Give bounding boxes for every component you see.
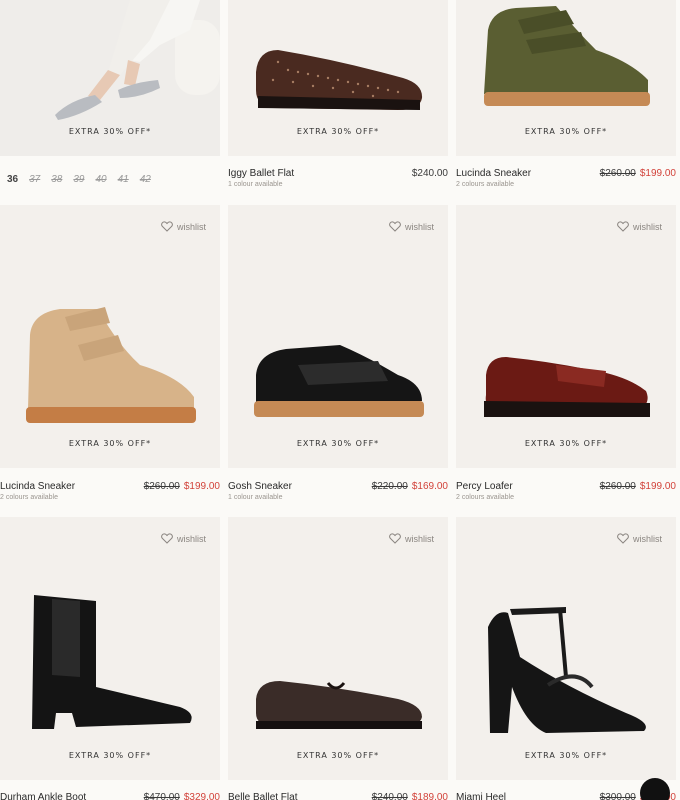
size-option[interactable]: 36 <box>7 174 18 185</box>
heart-icon <box>161 221 173 232</box>
wishlist-button[interactable]: wishlist <box>161 221 206 232</box>
size-option[interactable]: 41 <box>118 174 129 185</box>
promo-badge: EXTRA 30% OFF* <box>524 751 608 760</box>
size-option[interactable]: 40 <box>96 174 107 185</box>
wishlist-label: wishlist <box>176 221 206 232</box>
product-price: $260.00 $199.00 <box>600 168 676 179</box>
size-selector: 36 37 38 39 40 41 42 <box>7 174 151 185</box>
colour-availability: 2 colours available <box>456 494 514 501</box>
product-price: $260.00 $199.00 <box>144 481 220 492</box>
product-image[interactable]: wishlist EXTRA 30% OFF* <box>228 205 448 468</box>
wishlist-button[interactable]: wishlist <box>389 221 434 232</box>
price-sale: $199.00 <box>639 168 676 179</box>
promo-badge: EXTRA 30% OFF* <box>296 127 380 136</box>
price-original: $470.00 <box>143 792 180 800</box>
price-sale: $169.00 <box>411 481 448 492</box>
product-card[interactable]: wishlist EXTRA 30% OFF* Belle Ballet Fla… <box>228 517 448 800</box>
product-card[interactable]: EXTRA 30% OFF* Lucinda Sneaker 2 colours… <box>456 0 676 200</box>
heart-icon <box>389 533 401 544</box>
price-sale: $199.00 <box>183 481 220 492</box>
product-card[interactable]: wishlist EXTRA 30% OFF* Miami Heel $300.… <box>456 517 676 800</box>
wishlist-label: wishlist <box>632 221 662 232</box>
wishlist-button[interactable]: wishlist <box>617 533 662 544</box>
heart-icon <box>161 533 173 544</box>
product-name[interactable]: Belle Ballet Flat <box>228 792 297 800</box>
product-name[interactable]: Miami Heel <box>456 792 506 800</box>
colour-availability: 1 colour available <box>228 181 283 188</box>
burgundy-loafer-image <box>484 357 650 417</box>
chat-widget-button[interactable] <box>640 778 670 800</box>
product-image[interactable]: EXTRA 30% OFF* <box>456 0 676 156</box>
product-card[interactable]: wishlist EXTRA 30% OFF* Percy Loafer 2 c… <box>456 205 676 510</box>
heart-icon <box>389 221 401 232</box>
product-card[interactable]: wishlist EXTRA 30% OFF* Lucinda Sneaker … <box>0 205 220 510</box>
heart-icon <box>617 533 629 544</box>
size-option[interactable]: 37 <box>29 174 40 185</box>
promo-badge: EXTRA 30% OFF* <box>524 439 608 448</box>
price-original: $260.00 <box>143 481 180 492</box>
product-price: $220.00 $169.00 <box>372 481 448 492</box>
price-original: $240.00 <box>371 792 408 800</box>
promo-badge: EXTRA 30% OFF* <box>296 751 380 760</box>
product-image[interactable]: wishlist EXTRA 30% OFF* <box>456 517 676 780</box>
colour-availability: 2 colours available <box>0 494 58 501</box>
tan-sneaker-image <box>26 307 196 423</box>
price-original: $260.00 <box>599 168 636 179</box>
product-image[interactable]: EXTRA 30% OFF* <box>228 0 448 156</box>
ankle-boot-image <box>32 595 192 729</box>
product-name[interactable]: Iggy Ballet Flat <box>228 168 294 179</box>
product-price: $240.00 $189.00 <box>372 792 448 800</box>
promo-badge: EXTRA 30% OFF* <box>68 127 152 136</box>
product-card[interactable]: EXTRA 30% OFF* 36 37 38 39 40 41 42 <box>0 0 220 200</box>
black-sneaker-image <box>254 345 424 417</box>
block-heel-image <box>488 607 646 733</box>
wishlist-button[interactable]: wishlist <box>161 533 206 544</box>
product-name[interactable]: Lucinda Sneaker <box>456 168 531 179</box>
product-image[interactable]: wishlist EXTRA 30% OFF* <box>0 517 220 780</box>
product-name[interactable]: Lucinda Sneaker <box>0 481 75 492</box>
product-name[interactable]: Percy Loafer <box>456 481 513 492</box>
price-sale: $189.00 <box>411 792 448 800</box>
price-sale: $199.00 <box>639 481 676 492</box>
product-name[interactable]: Durham Ankle Boot <box>0 792 86 800</box>
product-price: $240.00 <box>412 168 448 179</box>
promo-badge: EXTRA 30% OFF* <box>68 751 152 760</box>
size-option[interactable]: 39 <box>73 174 84 185</box>
size-option[interactable]: 42 <box>140 174 151 185</box>
wishlist-label: wishlist <box>632 533 662 544</box>
colour-availability: 2 colours available <box>456 181 514 188</box>
product-image[interactable]: wishlist EXTRA 30% OFF* <box>228 517 448 780</box>
wishlist-label: wishlist <box>404 533 434 544</box>
promo-badge: EXTRA 30% OFF* <box>296 439 380 448</box>
promo-badge: EXTRA 30% OFF* <box>524 127 608 136</box>
product-image[interactable]: wishlist EXTRA 30% OFF* <box>0 205 220 468</box>
product-name[interactable]: Gosh Sneaker <box>228 481 292 492</box>
product-card[interactable]: wishlist EXTRA 30% OFF* Gosh Sneaker 1 c… <box>228 205 448 510</box>
price-original: $300.00 <box>599 792 636 800</box>
product-price: $470.00 $329.00 <box>144 792 220 800</box>
wishlist-label: wishlist <box>176 533 206 544</box>
dark-ballet-flat-image <box>256 681 422 729</box>
wishlist-label: wishlist <box>404 221 434 232</box>
price-original: $260.00 <box>599 481 636 492</box>
wishlist-button[interactable]: wishlist <box>617 221 662 232</box>
product-image[interactable]: wishlist EXTRA 30% OFF* <box>456 205 676 468</box>
product-card[interactable]: EXTRA 30% OFF* Iggy Ballet Flat 1 colour… <box>228 0 448 200</box>
colour-availability: 1 colour available <box>228 494 283 501</box>
promo-badge: EXTRA 30% OFF* <box>68 439 152 448</box>
size-option[interactable]: 38 <box>51 174 62 185</box>
product-card[interactable]: wishlist EXTRA 30% OFF* Durham Ankle Boo… <box>0 517 220 800</box>
heart-icon <box>617 221 629 232</box>
price-sale: $329.00 <box>183 792 220 800</box>
price-original: $220.00 <box>371 481 408 492</box>
price-regular: $240.00 <box>411 168 448 179</box>
product-image[interactable]: EXTRA 30% OFF* <box>0 0 220 156</box>
product-price: $260.00 $199.00 <box>600 481 676 492</box>
wishlist-button[interactable]: wishlist <box>389 533 434 544</box>
